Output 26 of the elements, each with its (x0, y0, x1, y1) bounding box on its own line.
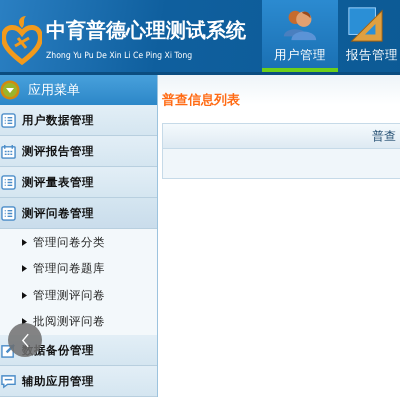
menu-item[interactable]: 测评问卷管理 (0, 198, 157, 229)
content-title: 普查信息列表 (162, 92, 241, 110)
menu-item[interactable]: 测评报告管理 (0, 136, 157, 167)
triangle-ruler-icon (346, 4, 384, 42)
triangle-bullet-icon (22, 238, 27, 246)
calendar-icon (1, 144, 16, 158)
triangle-bullet-icon (22, 292, 27, 299)
menu-item[interactable]: 测评量表管理 (0, 167, 157, 198)
submenu-item[interactable]: 管理问卷题库 (0, 256, 157, 282)
menu-item[interactable]: 用户数据管理 (0, 105, 157, 136)
triangle-bullet-icon (22, 265, 27, 272)
system-title: 中育普德心理测试系统 (46, 17, 246, 43)
nav-tab[interactable]: 用户管理 (262, 0, 338, 72)
list-icon (1, 206, 16, 220)
system-subtitle: Zhong Yu Pu De Xin Li Ce Ping Xi Tong (46, 51, 194, 61)
heart-logo-icon (2, 16, 42, 66)
submenu-item[interactable]: 管理问卷分类 (0, 229, 157, 256)
list-icon (1, 112, 16, 128)
chat-icon (1, 374, 16, 388)
list-icon (1, 174, 16, 190)
column-header: 普查 (372, 128, 396, 144)
nav-tab[interactable]: 报告管理 (340, 0, 400, 72)
menu-item[interactable]: 辅助应用管理 (0, 366, 157, 397)
submenu-item[interactable]: 管理测评问卷 (0, 282, 157, 308)
dropdown-circle-icon (0, 80, 20, 100)
menu-title: 应用菜单 (28, 82, 80, 99)
